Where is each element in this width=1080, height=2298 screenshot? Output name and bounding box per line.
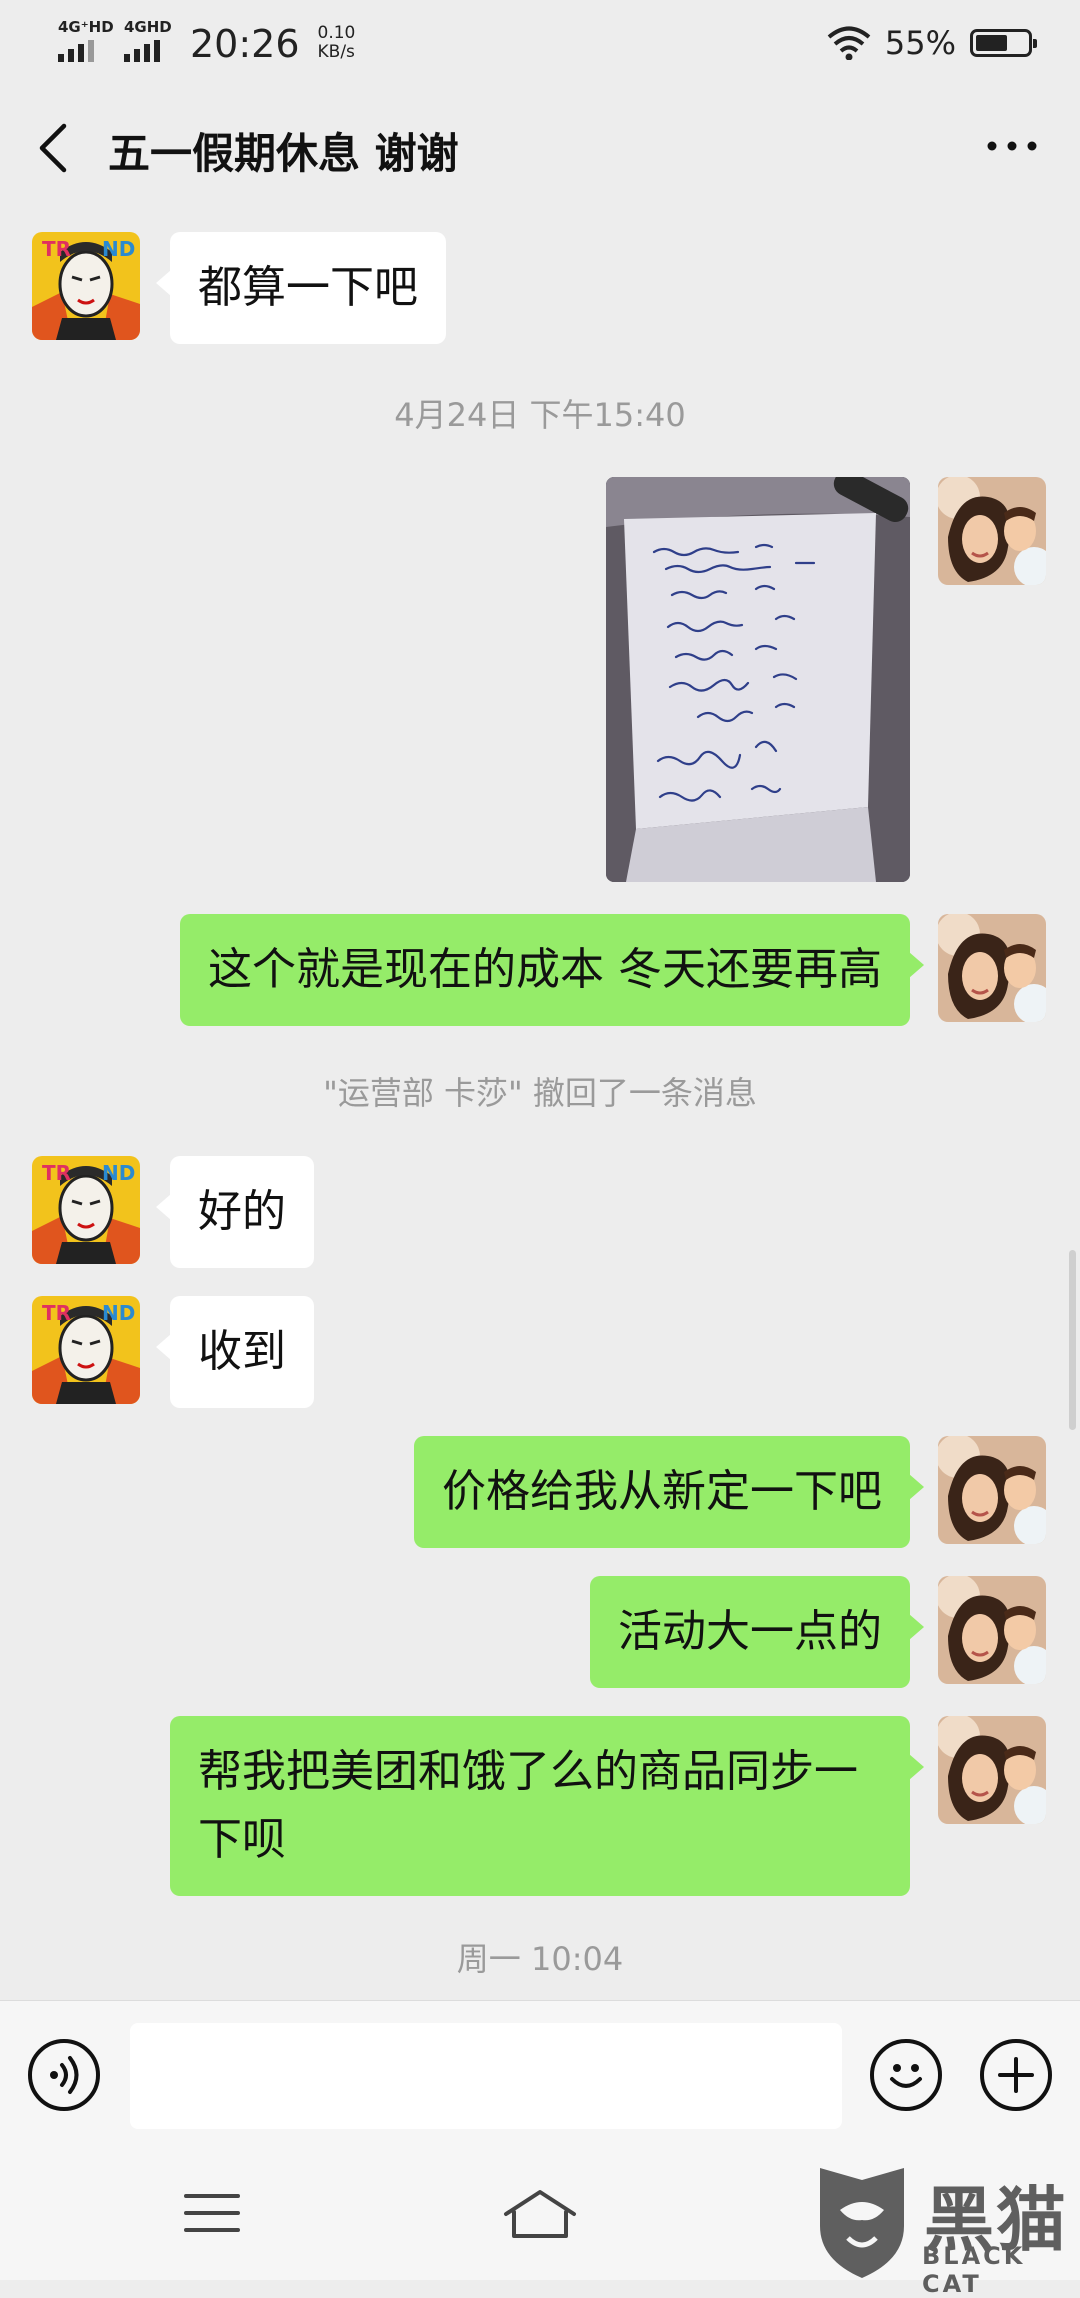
add-more-button[interactable] — [980, 2039, 1052, 2111]
svg-text:TR: TR — [42, 237, 71, 261]
more-options-icon[interactable] — [982, 126, 1042, 166]
network-speed: 0.10 KB/s — [317, 23, 356, 62]
outgoing-message-bubble[interactable]: 这个就是现在的成本 冬天还要再高 — [180, 914, 924, 1026]
outgoing-message-bubble[interactable]: 价格给我从新定一下吧 — [414, 1436, 924, 1548]
black-cat-logo-icon — [820, 2168, 904, 2278]
chat-title: 五一假期休息 谢谢 — [108, 129, 459, 178]
incoming-message-bubble[interactable]: 收到 — [156, 1296, 314, 1408]
contact-avatar[interactable]: TR ND — [32, 1156, 140, 1264]
battery-percent: 55% — [884, 24, 956, 62]
emoji-button[interactable] — [870, 2039, 942, 2111]
home-icon[interactable] — [502, 2188, 578, 2242]
black-cat-watermark: 黑猫 BLACK CAT — [806, 2160, 1080, 2298]
svg-text:TR: TR — [42, 1301, 71, 1325]
chat-header: 五一假期休息 谢谢 — [0, 96, 1080, 200]
status-time: 20:26 — [190, 22, 300, 66]
my-avatar[interactable] — [938, 1576, 1046, 1684]
outgoing-message-bubble[interactable]: 活动大一点的 — [590, 1576, 924, 1688]
watermark-subtext: BLACK CAT — [922, 2242, 1026, 2298]
svg-text:ND: ND — [102, 237, 135, 261]
my-avatar[interactable] — [938, 1716, 1046, 1824]
plus-icon — [998, 2057, 1034, 2093]
voice-button[interactable] — [28, 2039, 100, 2111]
incoming-message-bubble[interactable]: 好的 — [156, 1156, 314, 1268]
scrollbar[interactable] — [1069, 1250, 1076, 1430]
emoji-icon — [890, 2064, 922, 2088]
contact-avatar[interactable]: TR ND — [32, 1296, 140, 1404]
message-recalled-notice: "运营部 卡莎" 撤回了一条消息 — [323, 1074, 757, 1112]
timestamp-divider: 4月24日 下午15:40 — [394, 396, 686, 434]
timestamp-divider: 周一 10:04 — [456, 1940, 624, 1978]
my-avatar[interactable] — [938, 914, 1046, 1022]
back-arrow-icon[interactable] — [34, 118, 74, 178]
svg-text:TR: TR — [42, 1161, 71, 1185]
signal-icon-sim2: 4GHD — [124, 18, 172, 62]
status-bar: 4G⁺HD 4GHD 20:26 0.10 KB/s 55% — [0, 0, 1080, 84]
message-input[interactable] — [130, 2023, 842, 2129]
my-avatar[interactable] — [938, 1436, 1046, 1544]
handwritten-price-list-photo[interactable] — [606, 477, 910, 882]
contact-avatar[interactable]: TR ND — [32, 232, 140, 340]
network-type-1: 4G⁺HD — [58, 18, 114, 36]
outgoing-message-bubble[interactable]: 帮我把美团和饿了么的商品同步一下呗 — [170, 1716, 924, 1896]
signal-icon-sim1: 4G⁺HD — [58, 18, 114, 62]
incoming-message-bubble[interactable]: 都算一下吧 — [156, 232, 446, 344]
my-avatar[interactable] — [938, 477, 1046, 585]
wifi-icon — [827, 26, 871, 60]
svg-text:ND: ND — [102, 1161, 135, 1185]
svg-text:ND: ND — [102, 1301, 135, 1325]
voice-icon — [50, 2056, 79, 2094]
menu-icon[interactable] — [182, 2188, 242, 2238]
battery-icon — [970, 29, 1037, 57]
network-type-2: 4GHD — [124, 18, 172, 36]
message-input-bar — [0, 2000, 1080, 2149]
